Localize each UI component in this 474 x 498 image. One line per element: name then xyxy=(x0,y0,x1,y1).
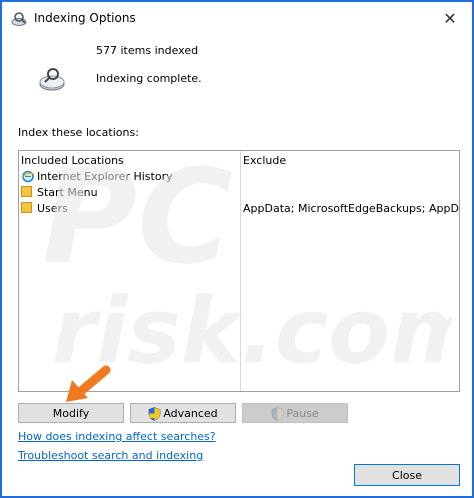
advanced-button[interactable]: Advanced xyxy=(130,403,236,423)
list-item[interactable]: Internet Explorer History xyxy=(19,169,459,185)
indexing-affect-searches-link[interactable]: How does indexing affect searches? xyxy=(18,430,216,443)
window-close-button[interactable]: ✕ xyxy=(438,8,462,30)
locations-label: Index these locations: xyxy=(18,126,139,139)
close-button[interactable]: Close xyxy=(354,464,460,486)
uac-shield-icon xyxy=(272,407,284,421)
indexing-options-window: Indexing Options ✕ 577 items indexed Ind… xyxy=(0,0,474,498)
indexing-options-icon xyxy=(11,12,27,26)
list-item[interactable]: Users AppData; MicrosoftEdgeBackups; App… xyxy=(19,201,459,217)
uac-shield-icon xyxy=(149,407,161,421)
locations-list[interactable]: Included Locations Exclude Internet Expl… xyxy=(18,150,460,392)
pause-button[interactable]: Pause xyxy=(242,403,348,423)
location-name: Users xyxy=(37,202,68,215)
list-item[interactable]: Start Menu xyxy=(19,185,459,201)
troubleshoot-indexing-link[interactable]: Troubleshoot search and indexing xyxy=(18,449,203,462)
indexing-status-text: Indexing complete. xyxy=(96,72,202,85)
location-name: Internet Explorer History xyxy=(37,170,173,183)
exclude-header[interactable]: Exclude xyxy=(243,154,286,167)
title-bar: Indexing Options ✕ xyxy=(2,2,472,36)
modify-button[interactable]: Modify xyxy=(18,403,124,423)
indexing-status-icon xyxy=(39,68,65,91)
items-indexed-count: 577 items indexed xyxy=(96,44,199,57)
internet-explorer-icon xyxy=(21,170,35,183)
pointer-arrow-icon xyxy=(66,365,111,402)
window-title: Indexing Options xyxy=(34,11,136,25)
pause-button-label: Pause xyxy=(286,407,319,420)
location-exclude: AppData; MicrosoftEdgeBackups; AppData xyxy=(243,202,460,215)
advanced-button-label: Advanced xyxy=(163,407,218,420)
folder-icon xyxy=(21,202,32,213)
location-name: Start Menu xyxy=(37,186,98,199)
folder-icon xyxy=(21,186,32,197)
included-locations-header[interactable]: Included Locations xyxy=(21,154,124,167)
